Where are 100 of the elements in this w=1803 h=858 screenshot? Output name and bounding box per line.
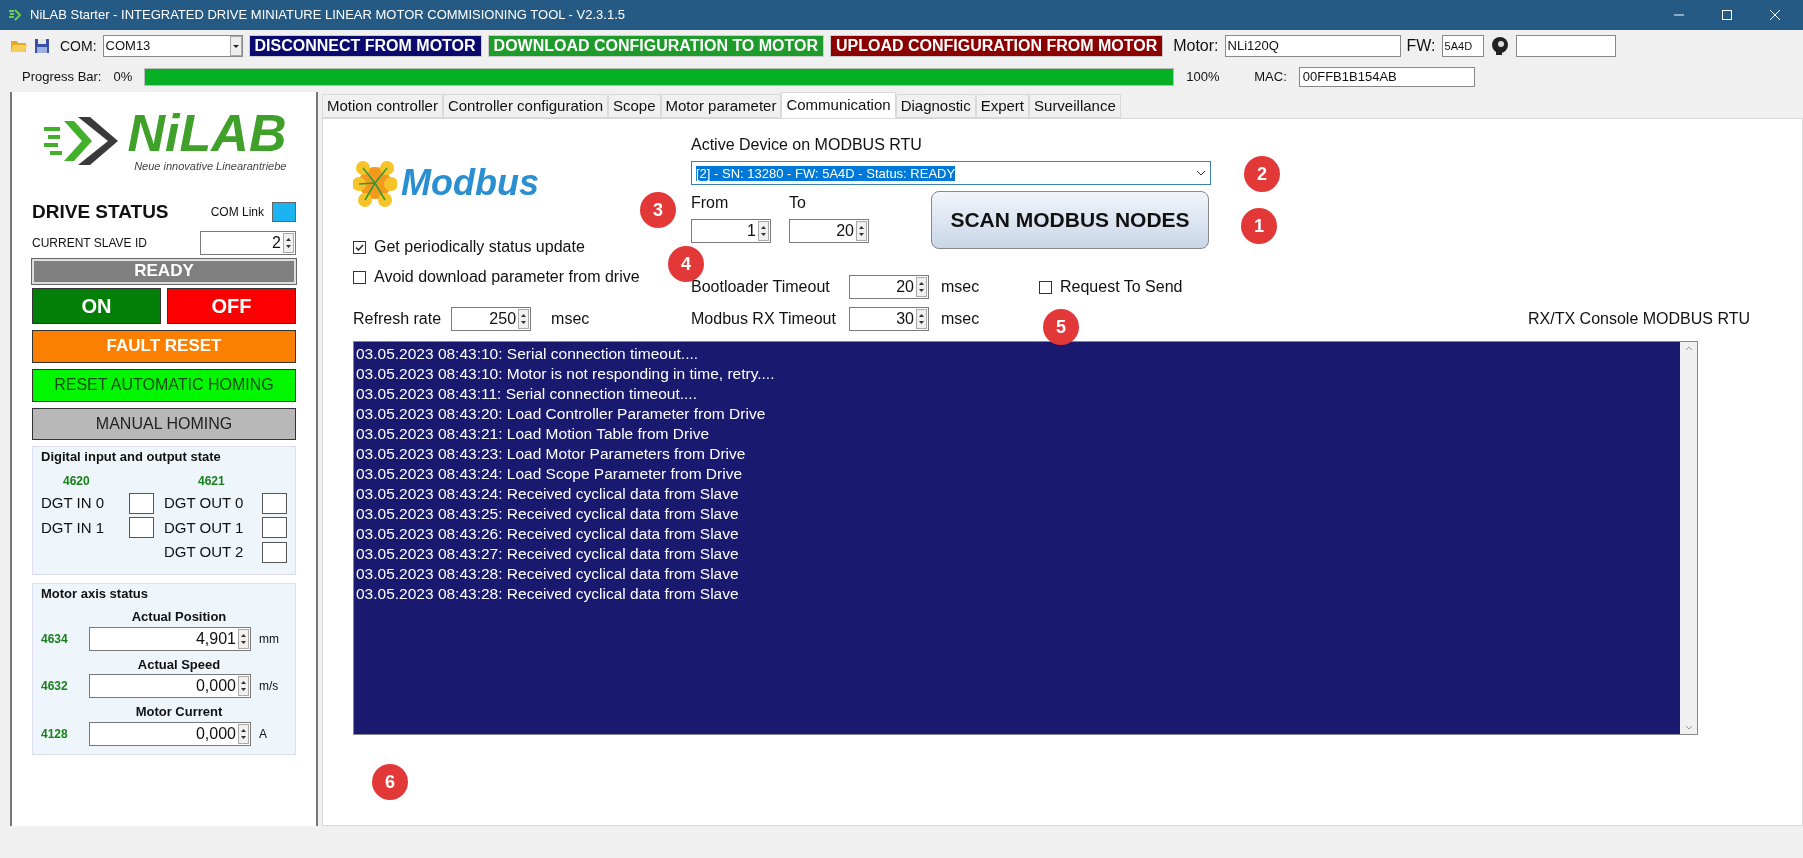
tab[interactable]: Expert [975,94,1030,118]
unit-label: A [259,725,267,743]
com-link-label: COM Link [210,204,264,222]
checkbox[interactable] [1039,280,1052,294]
unit-label: m/s [259,678,279,695]
console-line: 03.05.2023 08:43:10: Serial connection timeout.... [356,344,700,364]
drive-button[interactable]: RESET AUTOMATIC HOMING [32,368,296,402]
console-line: 03.05.2023 08:43:27: Received cyclical data from Slave [356,544,740,564]
timeout-field[interactable]: 20 [849,275,929,299]
io-label: DGT OUT 0 [164,493,244,513]
motor-field[interactable]: NLi120Q [1224,35,1401,57]
unit-label: mm [259,630,279,648]
spinner-icon[interactable] [758,221,769,241]
number-marker: 2 [1244,156,1280,192]
toolbar-button[interactable]: DOWNLOAD CONFIGURATION TO MOTOR [487,35,824,57]
tab[interactable]: Diagnostic [895,94,976,118]
number-marker: 1 [1241,208,1277,244]
scan-button[interactable]: SCAN MODBUS NODES [931,191,1209,249]
console-label: RX/TX Console MODBUS RTU [1528,309,1750,329]
save-icon[interactable] [34,38,50,54]
modbus-logo-text: Modbus [401,161,539,205]
progress-end: 100% [1186,68,1221,87]
spinner-icon[interactable] [238,723,249,744]
console-line: 03.05.2023 08:43:10: Motor is not responding in time, retry.... [356,364,776,384]
tab[interactable]: Controller configuration [442,94,608,118]
register-code: 4128 [41,725,69,743]
unit-label: msec [551,309,590,329]
io-label: DGT OUT 2 [164,542,244,562]
axis-value-field[interactable]: 0,000 [89,721,251,746]
timeout-field[interactable]: 30 [849,307,929,331]
spinner-icon[interactable] [518,309,530,329]
tab[interactable]: Motor parameter [660,94,782,118]
console-line: 03.05.2023 08:43:28: Received cyclical data from Slave [356,564,740,584]
tab[interactable]: Communication [781,92,896,118]
mac-field[interactable]: 00FFB1B154AB [1298,67,1475,87]
to-field[interactable]: 20 [789,219,869,243]
tab[interactable]: Scope [608,94,661,118]
active-device-label: Active Device on MODBUS RTU [691,135,923,155]
slave-id-label: CURRENT SLAVE ID [32,234,147,252]
unit-label: msec [941,309,981,329]
spinner-icon[interactable] [856,221,867,241]
io-label: DGT OUT 1 [164,517,244,538]
io-label: DGT IN 1 [41,517,105,538]
register-code: 4620 [62,473,91,490]
checkbox[interactable] [353,270,366,284]
fw-label: FW: [1406,36,1436,56]
drive-button[interactable]: MANUAL HOMING [32,407,296,440]
refresh-field[interactable]: 250 [451,307,532,331]
toolbar-button[interactable]: UPLOAD CONFIGURATION FROM MOTOR [830,35,1164,57]
chevron-down-icon[interactable] [1196,170,1206,176]
tab[interactable]: Motion controller [322,94,443,118]
console-line: 03.05.2023 08:43:28: Received cyclical data from Slave [356,584,740,604]
console-line: 03.05.2023 08:43:24: Load Scope Parameter from Drive [356,464,744,484]
register-code: 4621 [197,473,226,490]
checkbox-label: Get periodically status update [374,237,585,257]
text-field[interactable] [1515,35,1616,57]
spinner-icon[interactable] [283,232,294,253]
com-dropdown[interactable]: COM13 [102,35,243,57]
group-title: Digital input and output state [41,447,222,466]
tab[interactable]: Surveillance [1029,94,1121,118]
slave-id-field[interactable]: 2 [200,230,296,255]
progress-start: 0% [113,68,133,87]
spinner-icon[interactable] [916,309,927,329]
from-label: From [691,193,730,213]
axis-value-field[interactable]: 0,000 [89,674,251,698]
modbus-logo-icon [353,158,397,208]
axis-label: Actual Position [131,608,227,626]
number-marker: 5 [1043,309,1079,345]
checkbox[interactable] [353,240,366,254]
console-line: 03.05.2023 08:43:11: Serial connection timeout.... [356,384,698,404]
mac-label: MAC: [1254,68,1287,87]
console-line: 03.05.2023 08:43:26: Received cyclical data from Slave [356,524,740,544]
timeout-label: Modbus RX Timeout [691,309,837,329]
spinner-icon[interactable] [238,676,249,696]
drive-status-heading: DRIVE STATUS [32,200,169,224]
dropdown-caret-icon[interactable] [229,36,242,56]
app-icon [8,8,22,22]
number-marker: 3 [640,192,676,228]
progress-label: Progress Bar: [22,68,102,87]
device-dropdown[interactable]: [2] - SN: 13280 - FW: 5A4D - Status: READY [691,161,1211,185]
spinner-icon[interactable] [916,277,927,297]
console-line: 03.05.2023 08:43:20: Load Controller Parameter from Drive [356,404,767,424]
window-title: NiLAB Starter - INTEGRATED DRIVE MINIATURE LINEAR MOTOR COMMISIONING TOOL - V2.3.1.5 [30,6,626,25]
from-field[interactable]: 1 [691,219,771,243]
toolbar-button[interactable]: DISCONNECT FROM MOTOR [248,35,482,57]
status-display: READY [32,258,296,284]
drive-button[interactable]: ON [32,287,161,324]
spinner-icon[interactable] [238,628,249,649]
refresh-label: Refresh rate [353,309,442,329]
number-marker: 6 [372,764,408,800]
register-code: 4634 [41,630,69,648]
logo-text: NiLAB [127,107,287,158]
drive-button[interactable]: OFF [167,287,296,324]
register-code: 4632 [41,678,69,695]
fw-field[interactable]: 5A4D [1441,35,1484,57]
axis-label: Actual Speed [137,655,221,674]
console-line: 03.05.2023 08:43:24: Received cyclical data from Slave [356,484,740,504]
console-line: 03.05.2023 08:43:23: Load Motor Parameters from Drive [356,444,747,464]
axis-value-field[interactable]: 4,901 [89,626,251,651]
motor-label: Motor: [1173,36,1219,56]
